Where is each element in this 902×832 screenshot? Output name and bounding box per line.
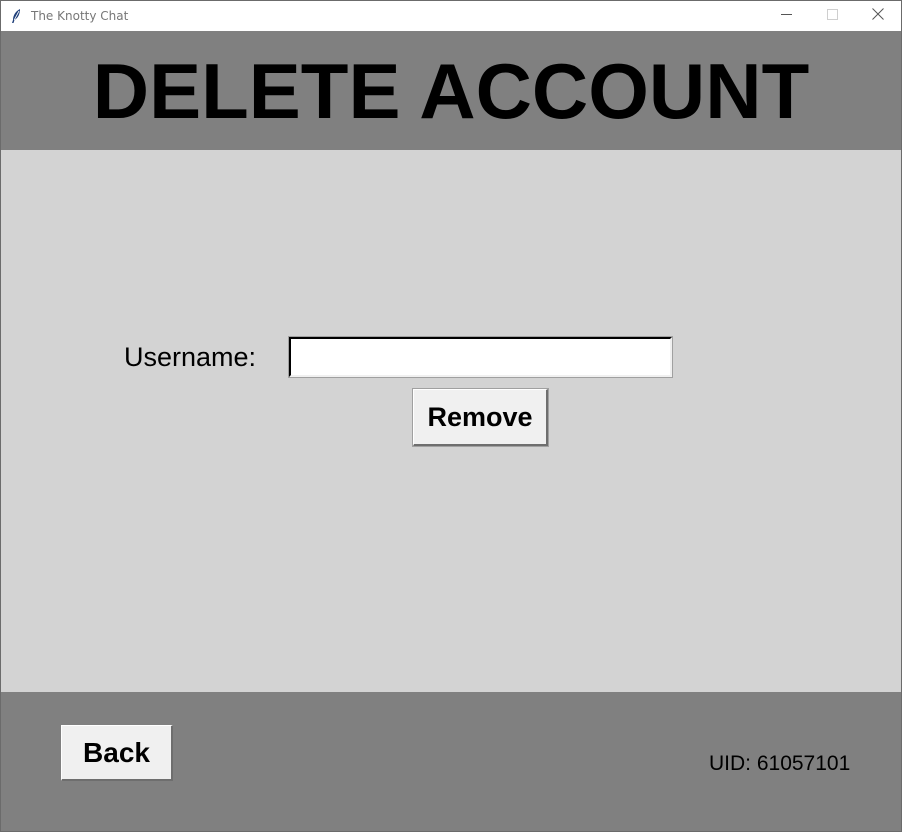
- delete-account-form: Username: Remove: [1, 150, 901, 692]
- remove-button[interactable]: Remove: [413, 389, 548, 446]
- feather-icon: [10, 8, 24, 24]
- header-banner: DELETE ACCOUNT: [1, 31, 901, 150]
- app-window: The Knotty Chat DELETE ACCOUNT Username:…: [0, 0, 902, 832]
- close-button[interactable]: [855, 1, 901, 31]
- window-controls: [763, 1, 901, 31]
- footer-bar: Back UID: 61057101: [1, 692, 901, 831]
- minimize-icon: [780, 7, 792, 25]
- maximize-icon: [826, 7, 838, 25]
- maximize-button[interactable]: [809, 1, 855, 31]
- title-bar[interactable]: The Knotty Chat: [1, 1, 901, 31]
- page-title: DELETE ACCOUNT: [92, 47, 810, 135]
- uid-label: UID: 61057101: [709, 752, 851, 775]
- close-icon: [872, 7, 884, 25]
- username-input[interactable]: [288, 336, 673, 378]
- back-button[interactable]: Back: [61, 725, 173, 781]
- window-title: The Knotty Chat: [31, 9, 129, 23]
- minimize-button[interactable]: [763, 1, 809, 31]
- username-label: Username:: [124, 342, 257, 372]
